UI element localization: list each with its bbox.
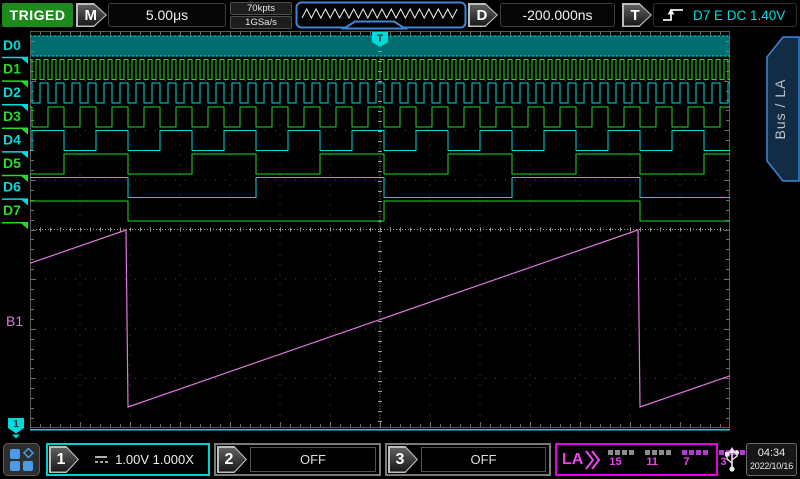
- trigger-badge[interactable]: T: [622, 3, 652, 27]
- d0-position-marker[interactable]: [20, 57, 28, 64]
- channel1-readout: 1.00V 1.000X: [79, 445, 208, 474]
- clock-date: 2022/10/16: [750, 461, 793, 472]
- d0-label[interactable]: D0: [3, 37, 21, 53]
- rising-edge-icon: [661, 6, 685, 24]
- la-group-15: 15: [608, 450, 634, 474]
- svg-text:1: 1: [13, 418, 19, 430]
- timebase-badge-label: M: [78, 5, 106, 26]
- d6-label[interactable]: D6: [3, 179, 21, 195]
- bottom-bar: 1 1.00V 1.000X 2 OFF 3 OFF: [0, 440, 800, 479]
- la-group-7: 7: [682, 450, 708, 474]
- channel3-state: OFF: [421, 447, 546, 472]
- memory-waveform-preview[interactable]: [295, 1, 467, 30]
- channel2-box[interactable]: 2 OFF: [214, 443, 381, 476]
- la-group-11: 11: [645, 450, 671, 474]
- la-label: LA: [562, 451, 583, 469]
- delay-badge-label: D: [470, 5, 497, 26]
- usb-icon: [723, 445, 741, 474]
- trigger-badge-label: T: [624, 5, 651, 26]
- la-group-11-label: 11: [645, 457, 671, 468]
- bus-la-tab-svg: Bus / LA: [765, 36, 800, 182]
- trigger-info-readout: D7 E DC 1.40V: [693, 8, 785, 23]
- channel3-box[interactable]: 3 OFF: [385, 443, 551, 476]
- d5-label[interactable]: D5: [3, 155, 21, 171]
- memory-preview-svg: [295, 1, 467, 30]
- oscilloscope-screen: TRIGED M 5.00μs 70kpts 1GSa/s D -200.000…: [0, 0, 800, 479]
- channel1-number: 1: [51, 448, 78, 472]
- logic-analyzer-box[interactable]: LA 151173: [555, 443, 718, 476]
- delay-value[interactable]: -200.000ns: [500, 3, 615, 27]
- clock-time: 04:34: [758, 447, 786, 461]
- sample-rate-readout: 1GSa/s: [230, 16, 292, 29]
- d1-trace: [30, 60, 730, 80]
- d3-label[interactable]: D3: [3, 108, 21, 124]
- channel3-badge: 3: [388, 446, 418, 473]
- waveform-display[interactable]: D0 D1 D2 D3 D4 D5 D6 D7 B1 T 1: [0, 30, 800, 440]
- channel2-badge: 2: [217, 446, 247, 473]
- timebase-value[interactable]: 5.00μs: [108, 3, 226, 27]
- timebase-badge[interactable]: M: [76, 3, 107, 27]
- trigger-settings[interactable]: D7 E DC 1.40V: [653, 3, 797, 27]
- dc-coupling-icon: [93, 454, 109, 465]
- menu-icon: [9, 448, 35, 472]
- channel1-position-marker[interactable]: 1: [8, 418, 24, 439]
- clock-box: 04:34 2022/10/16: [746, 443, 797, 476]
- svg-text:T: T: [377, 34, 383, 45]
- channel1-scale: 1.00V 1.000X: [115, 452, 194, 467]
- channel1-box[interactable]: 1 1.00V 1.000X: [46, 443, 210, 476]
- bus-la-tab-label: Bus / LA: [772, 79, 788, 140]
- la-chevron-icon: [585, 449, 600, 471]
- bus-la-tab[interactable]: Bus / LA: [765, 36, 800, 187]
- d2-label[interactable]: D2: [3, 84, 21, 100]
- channel2-state: OFF: [250, 447, 376, 472]
- d1-label[interactable]: D1: [3, 61, 21, 77]
- channel2-number: 2: [219, 448, 246, 472]
- d7-label[interactable]: D7: [3, 202, 21, 218]
- la-group-11-squares: [645, 450, 671, 455]
- graticule: [31, 32, 731, 428]
- menu-button[interactable]: [3, 443, 40, 476]
- la-group-7-label: 7: [682, 457, 708, 468]
- window-position-marker[interactable]: [344, 22, 405, 29]
- la-group-15-label: 15: [608, 457, 634, 468]
- channel1-badge: 1: [49, 446, 79, 473]
- delay-badge[interactable]: D: [468, 3, 498, 27]
- memory-depth-readout: 70kpts: [230, 2, 292, 15]
- la-group-7-squares: [682, 450, 708, 455]
- b1-label[interactable]: B1: [6, 313, 23, 329]
- top-bar: TRIGED M 5.00μs 70kpts 1GSa/s D -200.000…: [0, 0, 800, 30]
- d4-label[interactable]: D4: [3, 131, 21, 147]
- channel3-number: 3: [390, 448, 417, 472]
- trigger-status-badge: TRIGED: [2, 3, 73, 27]
- la-group-15-squares: [608, 450, 634, 455]
- la-badge: LA: [557, 445, 600, 474]
- usb-status: [721, 444, 743, 475]
